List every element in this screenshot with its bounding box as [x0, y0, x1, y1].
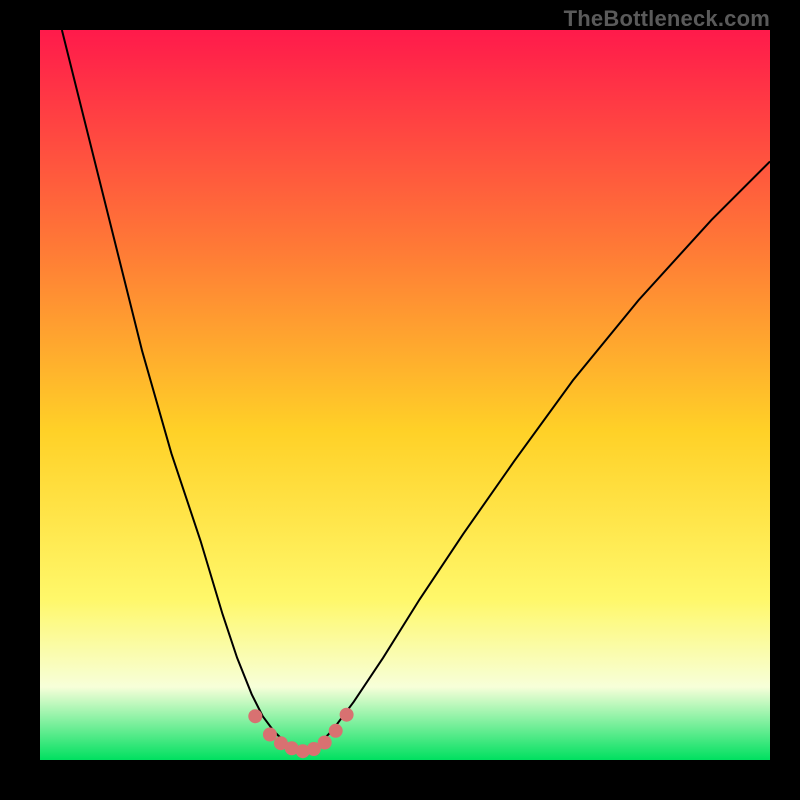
highlight-marker — [248, 709, 262, 723]
chart-frame: TheBottleneck.com — [0, 0, 800, 800]
highlight-marker — [329, 724, 343, 738]
bottleneck-curve-right — [306, 161, 770, 752]
curve-layer — [40, 30, 770, 760]
highlight-marker — [318, 736, 332, 750]
marker-group — [248, 708, 353, 759]
highlight-marker — [340, 708, 354, 722]
plot-area — [40, 30, 770, 760]
bottleneck-curve-left — [62, 30, 307, 753]
watermark-text: TheBottleneck.com — [564, 6, 770, 32]
highlight-marker — [263, 728, 277, 742]
